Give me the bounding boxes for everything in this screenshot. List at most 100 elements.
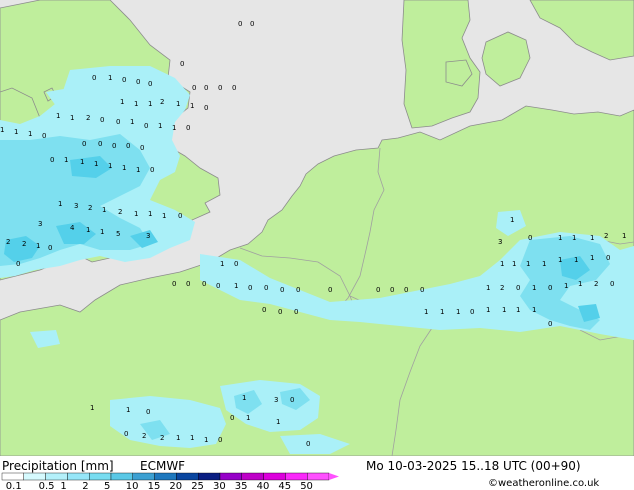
precip-value-label: 1: [190, 434, 194, 442]
precip-value-label: 1: [558, 234, 562, 242]
precip-value-label: 5: [116, 230, 120, 238]
precip-value-label: 0: [232, 84, 236, 92]
precip-value-label: 0: [280, 286, 284, 294]
precip-value-label: 0: [390, 286, 394, 294]
precip-value-label: 1: [100, 228, 104, 236]
precip-value-label: 1: [558, 256, 562, 264]
precip-value-label: 1: [86, 226, 90, 234]
precip-value-label: 1: [190, 102, 194, 110]
precip-value-label: 1: [90, 404, 94, 412]
precip-value-label: 0: [136, 78, 140, 86]
precip-value-label: 2: [160, 98, 164, 106]
precip-value-label: 1: [148, 100, 152, 108]
precip-value-label: 0: [50, 156, 54, 164]
legend-label: 15: [148, 481, 161, 490]
valid-time: Mo 10-03-2025 15..18 UTC (00+90): [366, 459, 581, 473]
precip-value-label: 1: [148, 210, 152, 218]
legend-label: 40: [257, 481, 270, 490]
legend-label: 5: [104, 481, 110, 490]
precip-value-label: 0: [82, 140, 86, 148]
precip-value-label: 0: [606, 254, 610, 262]
precipitation-map: 0 000 1 0 0 0 0 0 0 01 1 1 2 1 1 01 1 2 0 0 1 0 1 1 01 1 1 00 0 0 0 00 1…: [0, 0, 634, 456]
precip-value-label: 0: [250, 20, 254, 28]
precip-value-label: 1: [622, 232, 626, 240]
precip-value-label: 1: [176, 434, 180, 442]
precip-value-label: 1: [122, 164, 126, 172]
precip-value-label: 0: [186, 280, 190, 288]
precip-value-label: 3: [274, 396, 278, 404]
legend-swatch: [110, 472, 133, 481]
precip-value-label: 0: [16, 260, 20, 268]
precip-value-label: 1: [276, 418, 280, 426]
precip-value-label: 0: [192, 84, 196, 92]
precip-value-label: 1: [70, 114, 74, 122]
precip-value-label: 2: [86, 114, 90, 122]
precip-value-label: 1: [172, 124, 176, 132]
precip-value-label: 0: [548, 284, 552, 292]
legend-bar: Precipitation [mm] ECMWF Mo 10-03-2025 1…: [0, 456, 634, 490]
legend-swatch: [88, 472, 112, 481]
precip-value-label: 0: [146, 408, 150, 416]
precip-value-label: 1: [136, 166, 140, 174]
precip-value-label: 1: [220, 260, 224, 268]
precip-value-label: 0: [100, 116, 104, 124]
precip-value-label: 1: [162, 212, 166, 220]
precip-value-label: 0: [516, 284, 520, 292]
precip-value-label: 0: [294, 308, 298, 316]
legend-arrow: [329, 473, 339, 480]
precip-value-label: 0: [124, 430, 128, 438]
legend-swatch: [23, 472, 46, 481]
precip-value-label: 0: [116, 118, 120, 126]
precip-value-label: 0: [186, 124, 190, 132]
map-stage: 0000100000001112110112001011011100000001…: [0, 0, 634, 490]
precip-value-label: 0: [548, 320, 552, 328]
precip-value-label: 0: [148, 80, 152, 88]
legend-swatch: [241, 472, 264, 481]
precip-value-label: 1: [204, 436, 208, 444]
precip-value-label: 0: [144, 122, 148, 130]
legend-swatch: [45, 472, 68, 481]
precip-value-label: 2: [6, 238, 10, 246]
precip-value-label: 0: [178, 212, 182, 220]
precip-value-label: 1: [578, 280, 582, 288]
legend-label: 50: [300, 481, 313, 490]
precip-value-label: 2: [142, 432, 146, 440]
precip-value-label: 1: [108, 74, 112, 82]
precip-value-label: 0: [306, 440, 310, 448]
legend-swatch: [132, 472, 155, 481]
precip-value-label: 0: [216, 282, 220, 290]
precip-value-label: 0: [376, 286, 380, 294]
legend-label: 10: [126, 481, 139, 490]
precip-value-label: 1: [158, 122, 162, 130]
precip-value-label: 4: [70, 224, 75, 232]
credit-text: ©weatheronline.co.uk: [488, 478, 599, 489]
precip-value-label: 0: [218, 436, 222, 444]
precip-value-label: 0: [98, 140, 102, 148]
precip-value-label: 0: [204, 104, 208, 112]
precip-value-label: 1: [134, 100, 138, 108]
precip-value-label: 1: [176, 100, 180, 108]
precip-value-label: 0: [126, 142, 130, 150]
precip-value-label: 1: [512, 260, 516, 268]
precip-value-label: 0: [238, 20, 242, 28]
precip-value-label: 1: [246, 414, 250, 422]
precip-value-label: 0: [122, 76, 126, 84]
color-scale: [1, 472, 339, 481]
legend-label: 30: [213, 481, 226, 490]
precip-value-label: 0: [470, 308, 474, 316]
precip-value-label: 0: [278, 308, 282, 316]
precip-value-label: 1: [36, 242, 40, 250]
precip-value-label: 0: [296, 286, 300, 294]
precip-value-label: 1: [564, 282, 568, 290]
precip-value-label: 1: [532, 284, 536, 292]
precip-value-label: 1: [516, 306, 520, 314]
precip-value-label: 1: [542, 260, 546, 268]
legend-swatch: [154, 472, 177, 481]
precip-value-label: 0: [180, 60, 184, 68]
precip-value-label: 0: [528, 234, 532, 242]
precip-value-label: 2: [160, 434, 164, 442]
precip-value-label: 1: [0, 126, 4, 134]
precip-value-label: 2: [500, 284, 504, 292]
precip-value-label: 0: [42, 132, 46, 140]
legend-label: 0.1: [6, 481, 22, 490]
